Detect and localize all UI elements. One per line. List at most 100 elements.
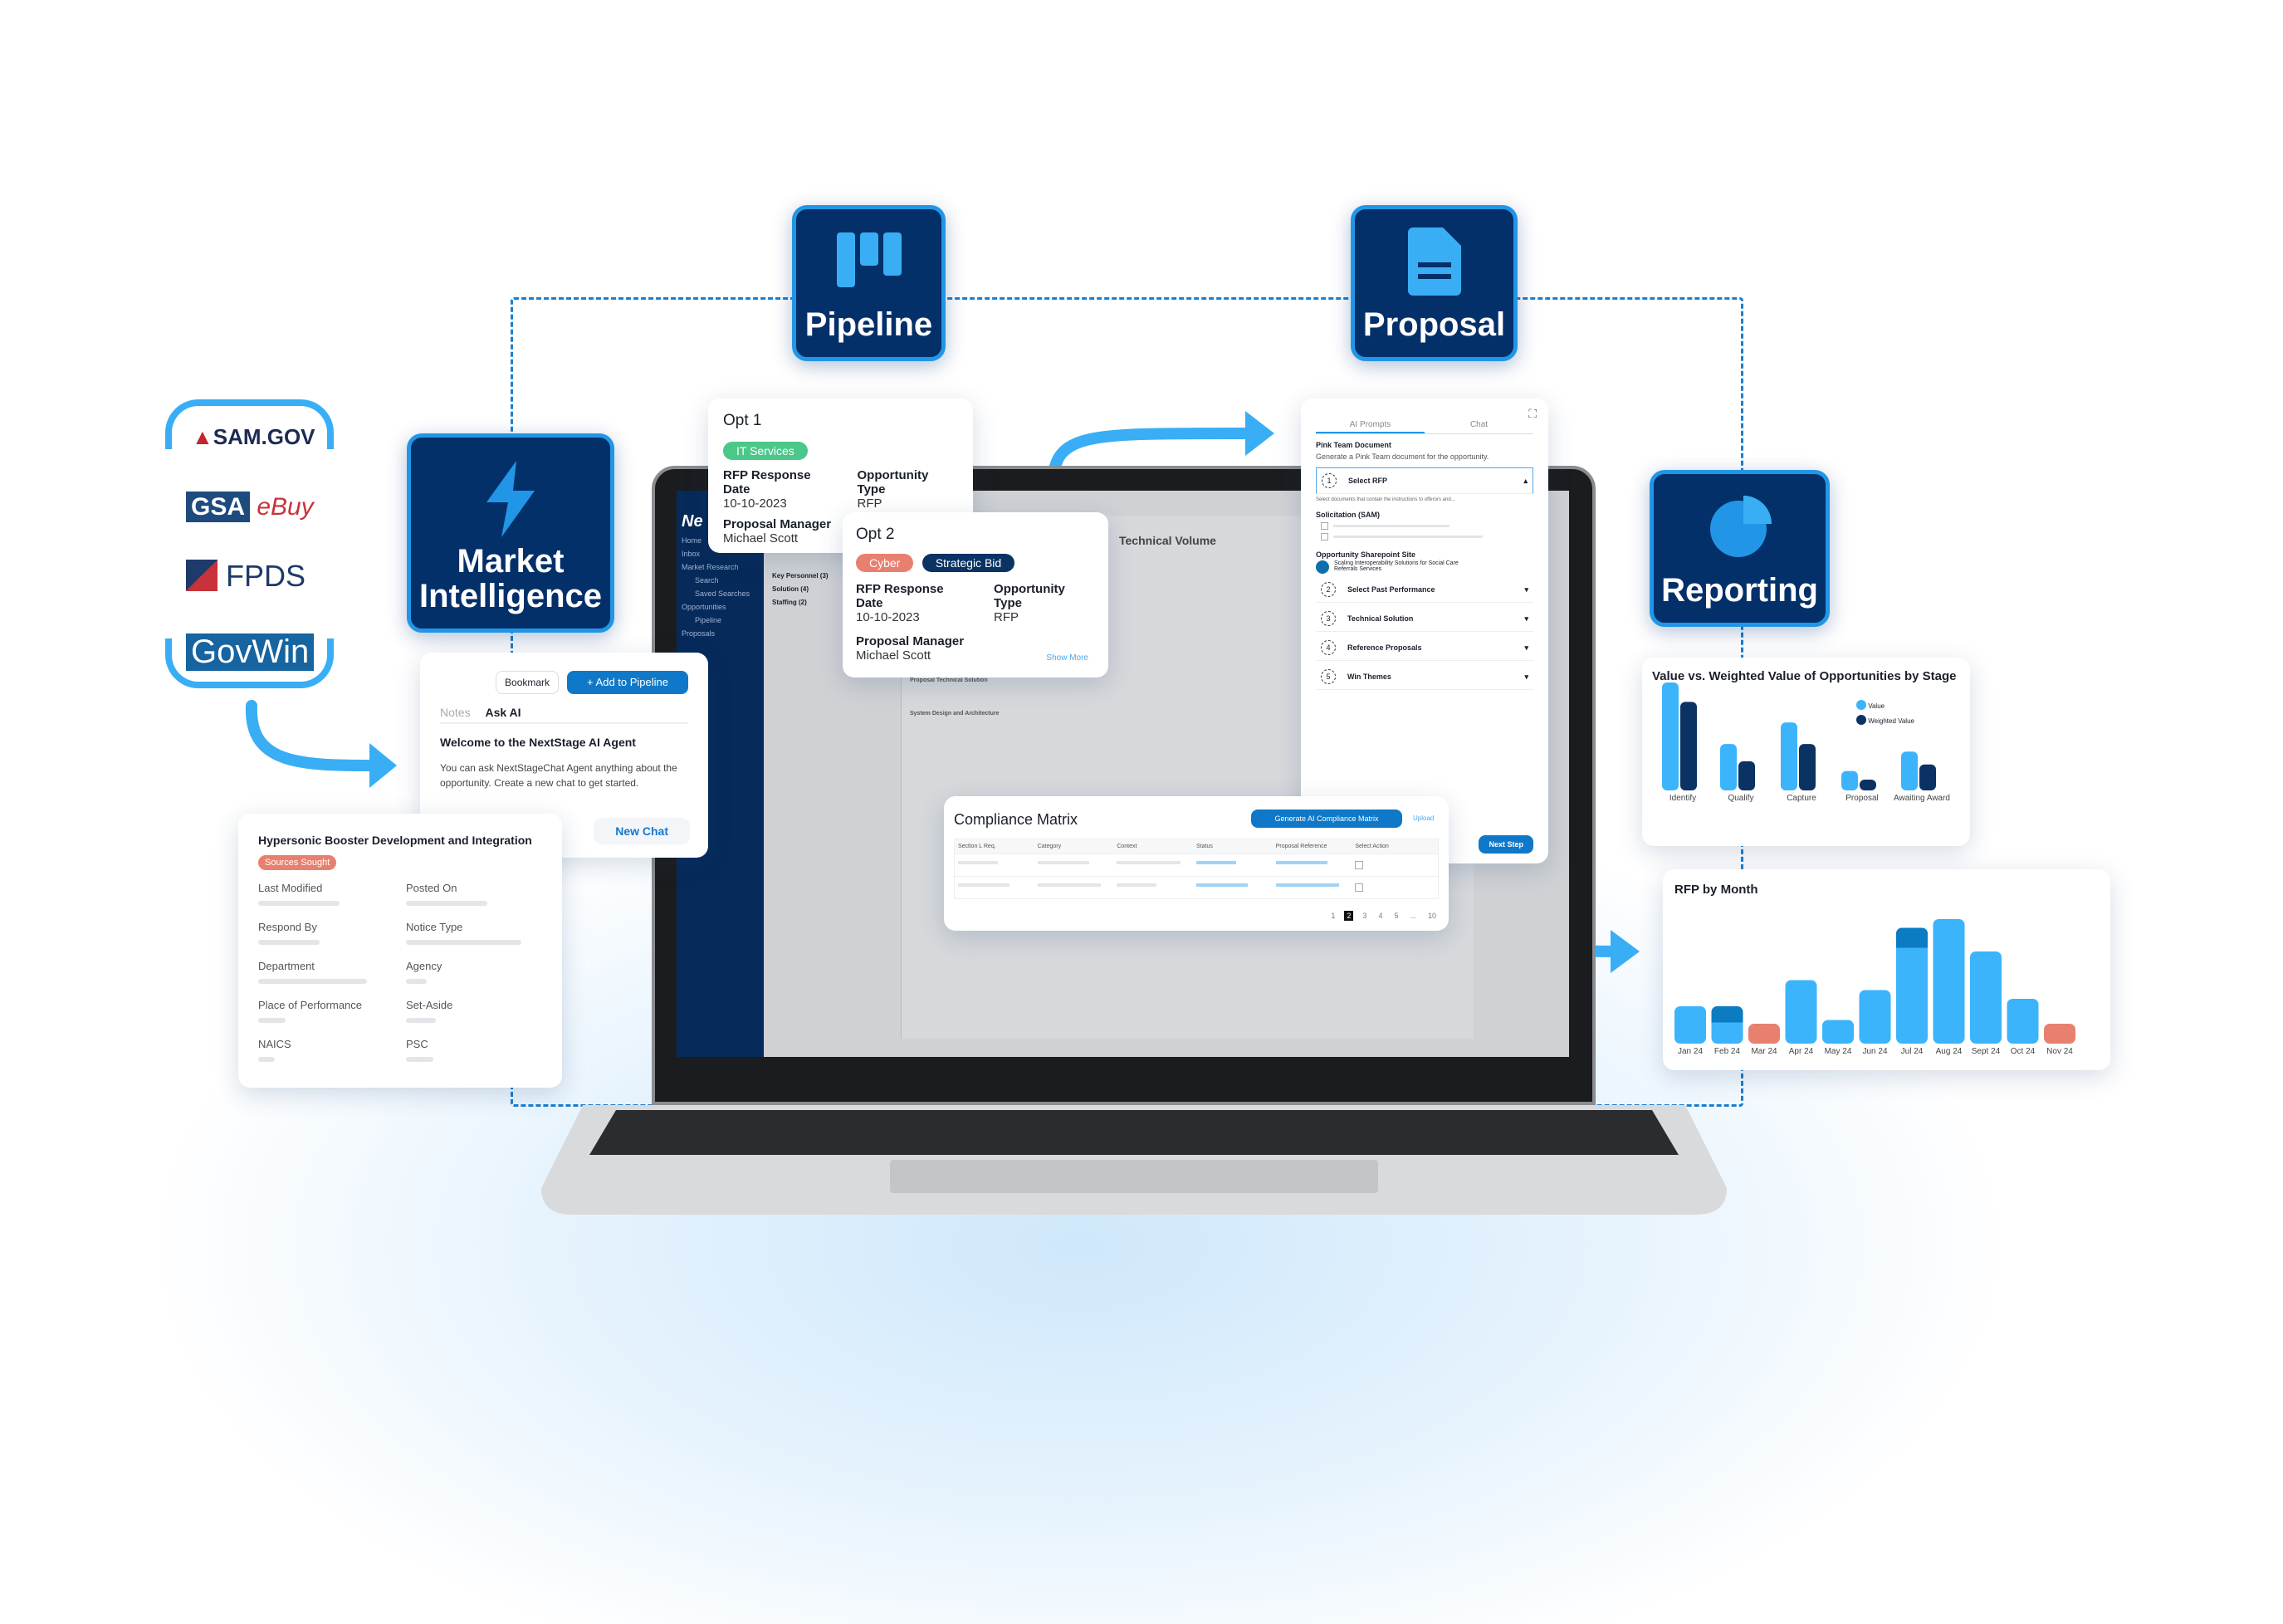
page-button[interactable]: 5 [1391, 911, 1401, 921]
bar [1859, 990, 1891, 1044]
page-button[interactable]: 3 [1360, 911, 1369, 921]
outline: Key Personnel (3) Solution (4) Staffing (2… [772, 572, 829, 606]
step-label: Win Themes [1347, 673, 1391, 681]
chevron-down-icon[interactable]: ▾ [1524, 585, 1528, 594]
cell-placeholder [1117, 883, 1157, 887]
table-cell[interactable] [1355, 883, 1435, 892]
pagination: 1 2 3 4 5... 10 [1328, 911, 1439, 921]
table-cell [1275, 861, 1356, 869]
reporting-tile[interactable]: Reporting [1650, 470, 1830, 627]
bar-weighted-value [1860, 780, 1876, 790]
bar-weighted-value [1738, 761, 1755, 790]
tab-ai-prompts[interactable]: AI Prompts [1316, 420, 1425, 433]
add-to-pipeline-button[interactable]: + Add to Pipeline [567, 671, 688, 694]
table-cell [1037, 883, 1117, 892]
column-header: Context [1117, 844, 1137, 849]
tab-chat[interactable]: Chat [1425, 420, 1533, 433]
bar-highlight [1896, 927, 1928, 948]
cell-placeholder [1196, 883, 1249, 887]
row-checkbox[interactable] [1355, 883, 1364, 892]
sidebar-item[interactable]: Opportunities [682, 603, 759, 611]
sidebar-item[interactable]: Pipeline [682, 616, 759, 624]
cell-placeholder [1275, 883, 1340, 887]
show-more-link[interactable]: Show More [1046, 653, 1088, 663]
value-placeholder [406, 901, 488, 906]
x-tick-label: Capture [1787, 794, 1816, 803]
new-chat-button[interactable]: New Chat [594, 818, 690, 844]
document-option[interactable] [1321, 522, 1533, 530]
bar-weighted-value [1680, 702, 1697, 790]
step-label: Select Past Performance [1347, 585, 1435, 594]
page-button[interactable]: ... [1407, 911, 1419, 921]
page-button[interactable]: 1 [1328, 911, 1337, 921]
sidebar-item[interactable]: Search [682, 576, 759, 585]
step-5[interactable]: 5 Win Themes ▾ [1316, 664, 1533, 690]
field: Department [258, 960, 394, 984]
opportunity-card-opt2[interactable]: Opt 2 Cyber Strategic Bid RFP Response D… [843, 512, 1108, 677]
pipeline-tile[interactable]: Pipeline [792, 205, 946, 361]
sidebar-item[interactable]: Proposals [682, 629, 759, 638]
bar-value [1781, 722, 1797, 790]
table-cell [1037, 861, 1117, 869]
sidebar-item[interactable]: Market Research [682, 563, 759, 571]
bar [1970, 951, 2002, 1044]
step-1[interactable]: 1 Select RFP ▴ [1316, 467, 1533, 494]
tab-notes[interactable]: Notes [440, 706, 471, 719]
step-number: 5 [1321, 669, 1336, 684]
bar [1785, 980, 1817, 1044]
sidebar-item[interactable]: Saved Searches [682, 589, 759, 598]
proposal-tile[interactable]: Proposal [1351, 205, 1518, 361]
page-button[interactable]: 10 [1425, 911, 1439, 921]
document-option[interactable] [1321, 533, 1533, 541]
upload-link[interactable]: Upload [1413, 814, 1434, 822]
chevron-up-icon[interactable]: ▴ [1523, 477, 1528, 486]
table-cell[interactable] [1355, 861, 1435, 869]
next-step-button[interactable]: Next Step [1479, 835, 1533, 854]
step-label: Technical Solution [1347, 614, 1414, 623]
value-by-stage-chart: Value vs. Weighted Value of Opportunitie… [1642, 658, 1970, 846]
bar-highlight [1711, 1006, 1743, 1023]
step-3[interactable]: 3 Technical Solution ▾ [1316, 606, 1533, 632]
table-cell [1117, 861, 1196, 869]
cell-placeholder [1117, 861, 1181, 864]
document-icon [1407, 227, 1461, 296]
arrowhead [1611, 930, 1640, 973]
generate-compliance-button[interactable]: Generate AI Compliance Matrix [1251, 810, 1402, 828]
bar [2007, 999, 2039, 1044]
lightning-icon [486, 461, 535, 537]
arrowhead [369, 743, 397, 788]
sharepoint-item[interactable]: Scaling Interoperability Solutions for S… [1316, 560, 1533, 574]
field: Last Modified [258, 882, 394, 906]
bar [1822, 1020, 1854, 1044]
checkbox[interactable] [1321, 522, 1328, 530]
opportunity-detail-card[interactable]: Hypersonic Booster Development and Integ… [238, 814, 562, 1088]
step-number: 4 [1321, 640, 1336, 655]
table-cell [1196, 861, 1276, 869]
field: Place of Performance [258, 999, 394, 1023]
checkbox[interactable] [1321, 533, 1328, 541]
ai-prompts-panel: ⛶ AI Prompts Chat Pink Team Document Gen… [1301, 399, 1548, 863]
bar [1748, 1024, 1780, 1044]
chevron-down-icon[interactable]: ▾ [1524, 643, 1528, 653]
cell-placeholder [1196, 861, 1236, 864]
chevron-down-icon[interactable]: ▾ [1524, 673, 1528, 682]
step-4[interactable]: 4 Reference Proposals ▾ [1316, 635, 1533, 661]
bookmark-button[interactable]: Bookmark [496, 671, 560, 694]
chevron-down-icon[interactable]: ▾ [1524, 614, 1528, 624]
page-button[interactable]: 2 [1344, 911, 1354, 921]
expand-icon[interactable]: ⛶ [1528, 407, 1537, 421]
govwin-logo: GovWin [186, 633, 315, 671]
value-placeholder [406, 940, 522, 945]
page-button[interactable]: 4 [1376, 911, 1385, 921]
value-placeholder [258, 1018, 286, 1023]
bar-value [1720, 744, 1737, 790]
row-checkbox[interactable] [1355, 861, 1364, 869]
step-2[interactable]: 2 Select Past Performance ▾ [1316, 577, 1533, 603]
tab-ask-ai[interactable]: Ask AI [485, 706, 521, 719]
value-placeholder [258, 1057, 275, 1062]
cell-placeholder [958, 861, 998, 864]
chart-legend: Value Weighted Value [1856, 699, 1914, 729]
field: Set-Aside [406, 999, 542, 1023]
market-intelligence-tile[interactable]: Market Intelligence [407, 433, 614, 633]
tag: Strategic Bid [922, 554, 1015, 572]
